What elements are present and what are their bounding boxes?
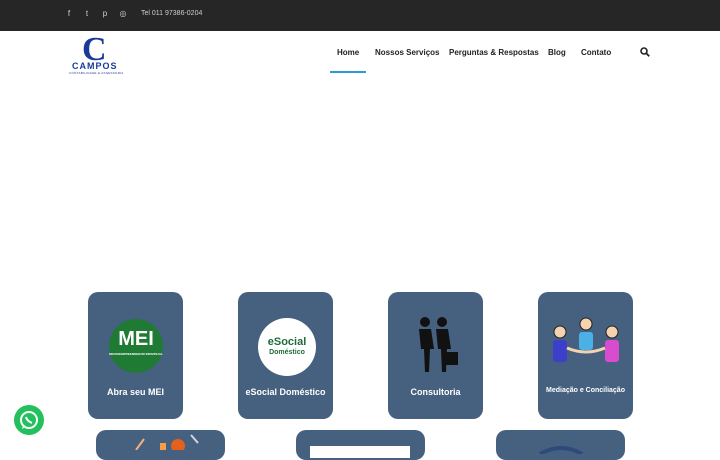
instagram-icon[interactable]: ◎ xyxy=(118,9,128,19)
facebook-icon[interactable]: f xyxy=(64,9,74,19)
nav-contato[interactable]: Contato xyxy=(581,48,611,57)
esocial-badge-text: eSocial xyxy=(267,336,307,348)
logo-word: CAMPOS xyxy=(72,61,118,71)
mei-badge-icon: MEI MICROEMPREENDEDOR INDIVIDUAL xyxy=(109,319,163,373)
service-label: eSocial Doméstico xyxy=(245,387,326,397)
nav-blog[interactable]: Blog xyxy=(548,48,566,57)
nav-nossos-servicos[interactable]: Nossos Serviços xyxy=(375,48,439,57)
top-bar: f t p ◎ Tel 011 97386-0204 xyxy=(0,0,720,31)
service-card-mediacao[interactable]: Mediação e Conciliação xyxy=(538,292,633,419)
service-card-row2-2[interactable] xyxy=(296,430,425,460)
handshake-people-icon xyxy=(419,317,458,372)
active-nav-indicator xyxy=(330,71,366,73)
service-card-row2-1[interactable] xyxy=(96,430,225,460)
nav-home[interactable]: Home xyxy=(337,48,359,57)
service-image xyxy=(310,446,410,458)
whatsapp-button[interactable] xyxy=(14,405,44,435)
service-emblem-icon xyxy=(539,446,583,454)
service-card-mei[interactable]: MEI MICROEMPREENDEDOR INDIVIDUAL Abra se… xyxy=(88,292,183,419)
service-label: Abra seu MEI xyxy=(106,387,164,397)
logo-tagline: CONTABILIDADE E ASSESSORIA xyxy=(69,71,124,75)
mei-badge-text: MEI xyxy=(118,328,154,350)
service-label: Mediação e Conciliação xyxy=(546,387,625,394)
twitter-icon[interactable]: t xyxy=(82,9,92,19)
whatsapp-icon xyxy=(20,411,38,429)
nav-perguntas-respostas[interactable]: Perguntas & Respostas xyxy=(449,48,539,57)
logo[interactable]: C CAMPOS CONTABILIDADE E ASSESSORIA xyxy=(68,33,128,76)
service-card-consultoria[interactable]: Consultoria xyxy=(388,292,483,419)
children-circle-icon xyxy=(553,317,619,362)
workers-icon xyxy=(135,434,199,450)
search-icon[interactable] xyxy=(640,47,650,57)
mei-badge-subtext: MICROEMPREENDEDOR INDIVIDUAL xyxy=(109,352,163,356)
pinterest-icon[interactable]: p xyxy=(100,9,110,19)
service-card-row2-3[interactable] xyxy=(496,430,625,460)
service-label: Consultoria xyxy=(410,387,461,397)
phone-number: Tel 011 97386-0204 xyxy=(141,10,203,17)
esocial-badge-subtext: Doméstico xyxy=(269,349,305,356)
service-card-esocial[interactable]: eSocial Doméstico eSocial Doméstico xyxy=(238,292,333,419)
esocial-badge-icon: eSocial Doméstico xyxy=(258,318,316,376)
